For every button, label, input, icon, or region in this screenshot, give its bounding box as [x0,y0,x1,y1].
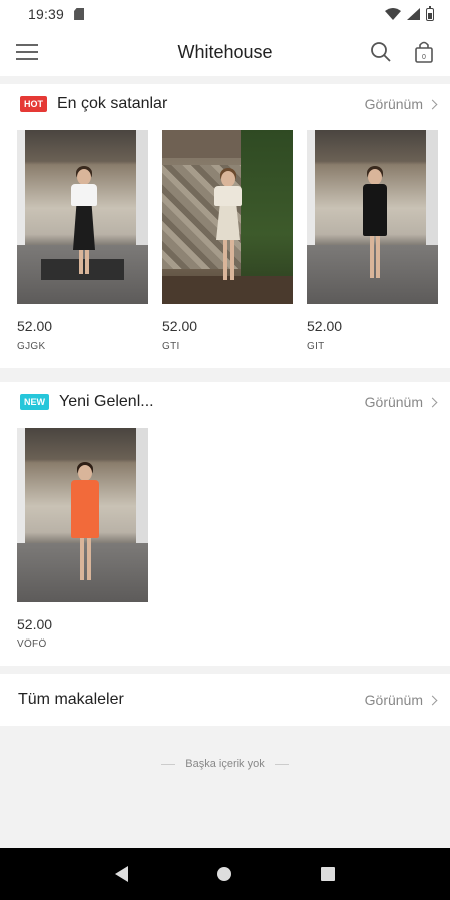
status-bar: 19:39 [0,0,450,28]
divider [161,763,176,765]
new-badge: NEW [20,394,49,410]
no-more-content-label: Başka içerik yok [185,758,265,770]
signal-icon [407,8,420,20]
product-price: 52.00 [17,318,53,334]
product-code: GTI [162,341,180,352]
view-link-label: Görünüm [364,394,423,410]
best-sellers-section: HOT En çok satanlar Görünüm 52.00 GJGK 5… [0,84,450,368]
all-articles-section[interactable]: Tüm makaleler Görünüm [0,674,450,726]
best-sellers-header: HOT En çok satanlar Görünüm [0,84,450,124]
all-articles-view-link[interactable]: Görünüm [364,692,438,708]
product-card[interactable]: 52.00 GIT [307,130,438,352]
best-sellers-title: En çok satanlar [57,95,168,112]
menu-icon[interactable] [16,44,38,60]
product-card[interactable]: 52.00 VÖFÖ [17,428,148,650]
app-bar: Whitehouse 0 [0,28,450,76]
battery-icon [426,5,434,21]
product-price: 52.00 [17,616,53,632]
product-code: GIT [307,341,325,352]
view-link-label: Görünüm [364,96,423,112]
product-image [307,130,438,304]
wifi-icon [385,8,401,20]
best-sellers-view-link[interactable]: Görünüm [364,96,438,112]
product-card[interactable]: 52.00 GTI [162,130,293,352]
product-card[interactable]: 52.00 GJGK [17,130,148,352]
product-image [17,130,148,304]
new-arrivals-header: NEW Yeni Gelenl... Görünüm [0,382,450,422]
no-more-content: Başka içerik yok [0,752,450,776]
app-title: Whitehouse [177,41,273,62]
product-image [162,130,293,304]
search-icon[interactable] [370,41,392,63]
best-sellers-list: 52.00 GJGK 52.00 GTI 52.00 GIT [17,130,438,352]
all-articles-title: Tüm makaleler [18,691,124,708]
product-code: VÖFÖ [17,639,47,650]
new-arrivals-title: Yeni Gelenl... [59,393,154,410]
svg-text:0: 0 [422,54,426,61]
chevron-right-icon [427,397,438,407]
back-icon[interactable] [114,866,128,882]
product-price: 52.00 [162,318,198,334]
new-arrivals-view-link[interactable]: Görünüm [364,394,438,410]
new-arrivals-section: NEW Yeni Gelenl... Görünüm 52.00 VÖFÖ [0,382,450,666]
sd-card-icon [74,8,85,20]
product-code: GJGK [17,341,46,352]
divider [274,763,289,765]
home-icon[interactable] [217,867,232,881]
chevron-right-icon [427,99,438,109]
all-articles-header: Tüm makaleler Görünüm [0,674,450,726]
chevron-right-icon [427,695,438,705]
status-icons [385,5,434,21]
view-link-label: Görünüm [364,692,423,708]
new-arrivals-list: 52.00 VÖFÖ [17,428,148,650]
system-nav-bar [0,848,450,900]
product-price: 52.00 [307,318,343,334]
status-time: 19:39 [28,6,65,22]
recent-apps-icon[interactable] [321,867,336,881]
hot-badge: HOT [20,96,47,112]
product-image [17,428,148,602]
shopping-bag-icon[interactable]: 0 [414,40,434,64]
